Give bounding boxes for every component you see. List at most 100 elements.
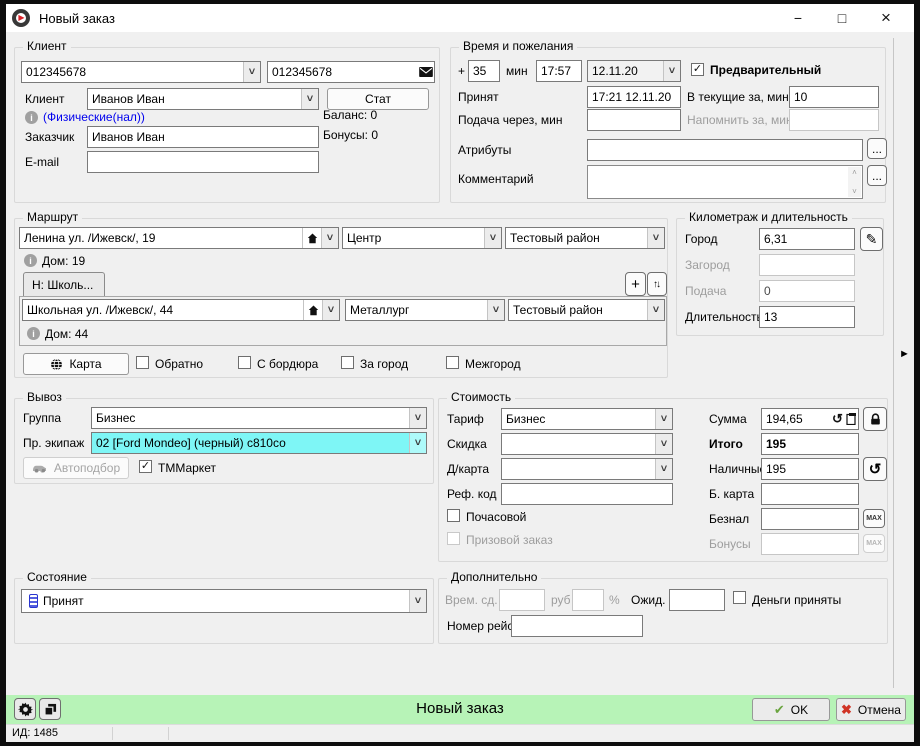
- duration-input[interactable]: [759, 306, 855, 328]
- cash-input[interactable]: [761, 458, 859, 480]
- client-category-link[interactable]: (Физические(нал)): [43, 110, 145, 124]
- home-icon[interactable]: [303, 300, 322, 320]
- feed-km-input: [759, 280, 855, 302]
- feed-after-input[interactable]: [587, 109, 681, 131]
- swap-points-button[interactable]: ↑↓: [647, 272, 667, 296]
- discount-card-label: Д/карта: [447, 462, 489, 476]
- chevron-down-icon[interactable]: ˅: [321, 228, 338, 248]
- comment-textarea[interactable]: ˄ ˅: [587, 165, 863, 199]
- cashless-max-button[interactable]: MAX: [863, 509, 885, 528]
- recalculate-icon[interactable]: ↺: [831, 410, 844, 428]
- assigned-crew-combobox[interactable]: 02 [Ford Mondeo] (черный) с810со ˅: [91, 432, 427, 454]
- waiting-input[interactable]: [669, 589, 725, 611]
- suburb-km-input: [759, 254, 855, 276]
- customer-input[interactable]: [87, 126, 319, 148]
- side-panel-splitter[interactable]: [893, 38, 894, 688]
- app-icon: ▶: [12, 9, 30, 27]
- stat-button[interactable]: Стат: [327, 88, 429, 110]
- envelope-icon[interactable]: [418, 63, 434, 81]
- phone-secondary-input[interactable]: [268, 65, 418, 79]
- cost-group: Стоимость Тариф Бизнес ˅ Скидка ˅ Д/карт…: [438, 398, 888, 562]
- scroll-up-icon[interactable]: ˄: [852, 168, 857, 177]
- time-input[interactable]: [536, 60, 582, 82]
- add-point-button[interactable]: +: [625, 272, 646, 296]
- city-km-input[interactable]: [759, 228, 855, 250]
- percent-label: %: [609, 593, 620, 607]
- next-point-tab[interactable]: Н: Школь...: [23, 272, 105, 296]
- maximize-button[interactable]: □: [820, 4, 864, 32]
- phone-secondary-field[interactable]: [267, 61, 435, 83]
- money-accepted-checkbox[interactable]: [733, 591, 746, 604]
- status-separator: [112, 727, 113, 740]
- receipt-icon[interactable]: [844, 410, 858, 428]
- total-input[interactable]: [761, 433, 859, 455]
- flight-number-input[interactable]: [511, 615, 643, 637]
- sum-field[interactable]: ↺: [761, 408, 859, 430]
- intercity-checkbox[interactable]: [446, 356, 459, 369]
- lock-sum-button[interactable]: [863, 407, 887, 431]
- from-zone-combobox[interactable]: Центр ˅: [342, 227, 502, 249]
- bonuses-input: [761, 533, 859, 555]
- from-address-combobox[interactable]: Ленина ул. /Ижевск/, 19 ˅: [19, 227, 339, 249]
- pencil-icon: ✎: [866, 231, 878, 248]
- phone-combobox[interactable]: 012345678 ˅: [21, 61, 261, 83]
- chevron-down-icon[interactable]: ˅: [243, 62, 260, 82]
- state-group: Состояние Принят ˅: [14, 578, 434, 644]
- email-input[interactable]: [87, 151, 319, 173]
- comment-dots-button[interactable]: ...: [867, 165, 887, 186]
- cashless-input[interactable]: [761, 508, 859, 530]
- to-district-combobox[interactable]: Тестовый район ˅: [508, 299, 665, 321]
- discount-combobox[interactable]: ˅: [501, 433, 673, 455]
- discount-card-combobox[interactable]: ˅: [501, 458, 673, 480]
- chevron-down-icon[interactable]: ˅: [655, 459, 672, 479]
- edit-mileage-button[interactable]: ✎: [860, 227, 883, 251]
- attributes-input[interactable]: [587, 139, 863, 161]
- out-of-town-checkbox[interactable]: [341, 356, 354, 369]
- return-checkbox[interactable]: [136, 356, 149, 369]
- cancel-button[interactable]: ✖ Отмена: [836, 698, 906, 721]
- sum-input[interactable]: [762, 412, 831, 426]
- chevron-down-icon[interactable]: ˅: [409, 408, 426, 428]
- expand-panel-arrow-icon[interactable]: ►: [899, 348, 910, 360]
- from-district-combobox[interactable]: Тестовый район ˅: [505, 227, 665, 249]
- chevron-down-icon[interactable]: ˅: [301, 89, 318, 109]
- accepted-input[interactable]: [587, 86, 681, 108]
- map-button[interactable]: Карта: [23, 353, 129, 375]
- chevron-down-icon[interactable]: ˅: [484, 228, 501, 248]
- chevron-down-icon[interactable]: ˅: [322, 300, 339, 320]
- chevron-down-icon[interactable]: ˅: [655, 434, 672, 454]
- play-icon: ▶: [18, 14, 24, 22]
- scrollbar[interactable]: ˄ ˅: [848, 167, 861, 197]
- home-icon[interactable]: [302, 228, 321, 248]
- bank-card-input[interactable]: [761, 483, 859, 505]
- ok-button[interactable]: ✔ OK: [752, 698, 830, 721]
- chevron-down-icon[interactable]: ˅: [655, 409, 672, 429]
- date-combobox[interactable]: 12.11.20 ˅: [587, 60, 681, 82]
- scroll-down-icon[interactable]: ˅: [852, 187, 857, 196]
- chevron-down-icon[interactable]: ˅: [487, 300, 504, 320]
- curb-checkbox[interactable]: [238, 356, 251, 369]
- ref-code-input[interactable]: [501, 483, 673, 505]
- tariff-combobox[interactable]: Бизнес ˅: [501, 408, 673, 430]
- to-current-input[interactable]: [789, 86, 879, 108]
- chevron-down-icon[interactable]: ˅: [647, 228, 664, 248]
- reset-cash-button[interactable]: ↺: [863, 457, 887, 481]
- attributes-dots-button[interactable]: ...: [867, 138, 887, 159]
- state-combobox[interactable]: Принят ˅: [21, 589, 427, 613]
- minimize-button[interactable]: −: [776, 4, 820, 32]
- to-address-combobox[interactable]: Школьная ул. /Ижевск/, 44 ˅: [22, 299, 340, 321]
- hourly-checkbox[interactable]: [447, 509, 460, 522]
- chevron-down-icon[interactable]: ˅: [409, 590, 426, 612]
- close-button[interactable]: ×: [864, 4, 908, 32]
- to-zone-combobox[interactable]: Металлург ˅: [345, 299, 505, 321]
- crew-group-label: Группа: [23, 411, 61, 425]
- preliminary-checkbox[interactable]: ✓: [691, 63, 704, 76]
- chevron-down-icon[interactable]: ˅: [663, 61, 680, 81]
- chevron-down-icon[interactable]: ˅: [409, 433, 426, 453]
- client-name-combobox[interactable]: Иванов Иван ˅: [87, 88, 319, 110]
- tmmarket-checkbox[interactable]: ✓: [139, 460, 152, 473]
- plus-minutes-input[interactable]: [468, 60, 500, 82]
- crew-group-combobox[interactable]: Бизнес ˅: [91, 407, 427, 429]
- route-group-label: Маршрут: [23, 210, 82, 224]
- chevron-down-icon[interactable]: ˅: [647, 300, 664, 320]
